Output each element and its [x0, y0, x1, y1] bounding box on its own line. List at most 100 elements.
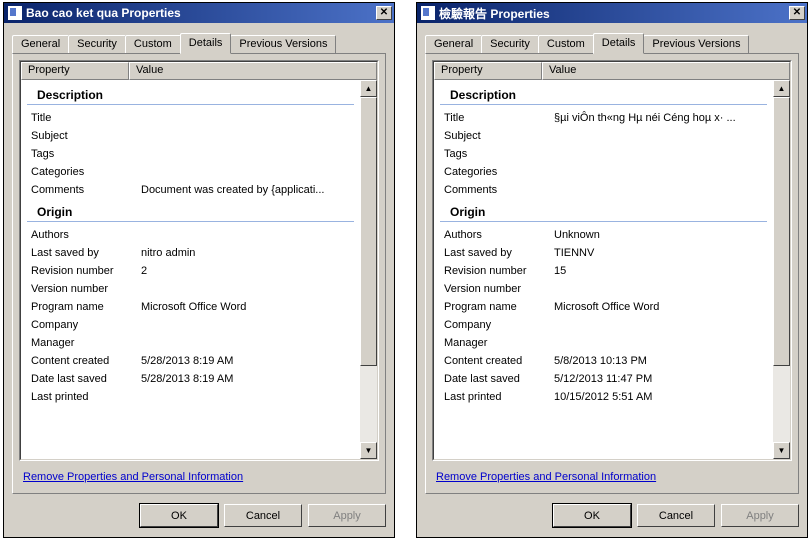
- prop-value[interactable]: 2: [141, 263, 360, 279]
- cancel-button[interactable]: Cancel: [224, 504, 302, 527]
- prop-value[interactable]: 10/15/2012 5:51 AM: [554, 389, 773, 405]
- prop-value[interactable]: 5/8/2013 10:13 PM: [554, 353, 773, 369]
- list-header: Property Value: [21, 62, 377, 80]
- prop-value[interactable]: Unknown: [554, 227, 773, 243]
- ok-button[interactable]: OK: [140, 504, 218, 527]
- prop-value[interactable]: 5/28/2013 8:19 AM: [141, 371, 360, 387]
- prop-value[interactable]: TIENNV: [554, 245, 773, 261]
- link-row: Remove Properties and Personal Informati…: [432, 461, 792, 487]
- prop-value[interactable]: [141, 110, 360, 126]
- prop-label: Title: [444, 110, 554, 126]
- prop-label: Last saved by: [31, 245, 141, 261]
- list-item: Manager: [434, 334, 773, 352]
- list-body: Description Title§µi viÔn th«ng Hµ néi C…: [434, 80, 790, 459]
- prop-value[interactable]: Microsoft Office Word: [141, 299, 360, 315]
- scroll-track[interactable]: [773, 97, 790, 442]
- scroll-up-icon[interactable]: ▲: [773, 80, 790, 97]
- prop-value[interactable]: [554, 335, 773, 351]
- properties-window-right: 檢驗報告 Properties ✕ General Security Custo…: [416, 2, 808, 538]
- prop-label: Content created: [31, 353, 141, 369]
- tab-previous-versions[interactable]: Previous Versions: [230, 35, 336, 53]
- scroll-thumb[interactable]: [773, 97, 790, 366]
- scroll-down-icon[interactable]: ▼: [773, 442, 790, 459]
- prop-label: Revision number: [31, 263, 141, 279]
- prop-value[interactable]: [141, 128, 360, 144]
- list-item: Subject: [434, 127, 773, 145]
- list-item: Title: [21, 109, 360, 127]
- link-row: Remove Properties and Personal Informati…: [19, 461, 379, 487]
- prop-value[interactable]: [141, 146, 360, 162]
- property-list: Property Value Description Title§µi viÔn…: [432, 60, 792, 461]
- prop-value[interactable]: Document was created by {applicati...: [141, 182, 360, 198]
- tabs-row: General Security Custom Details Previous…: [417, 23, 807, 53]
- titlebar[interactable]: Bao cao ket qua Properties ✕: [4, 3, 394, 23]
- tab-custom[interactable]: Custom: [125, 35, 181, 53]
- close-icon[interactable]: ✕: [376, 6, 392, 20]
- tab-general[interactable]: General: [425, 35, 482, 53]
- list-item: Last saved bynitro admin: [21, 244, 360, 262]
- prop-value[interactable]: [554, 182, 773, 198]
- cancel-button[interactable]: Cancel: [637, 504, 715, 527]
- list-item: Content created5/8/2013 10:13 PM: [434, 352, 773, 370]
- prop-value[interactable]: [141, 164, 360, 180]
- group-description: Description: [440, 84, 767, 105]
- column-value[interactable]: Value: [542, 62, 790, 80]
- prop-label: Last printed: [444, 389, 554, 405]
- list-item: Program nameMicrosoft Office Word: [434, 298, 773, 316]
- prop-value[interactable]: [554, 164, 773, 180]
- tab-panel: Property Value Description Title§µi viÔn…: [425, 53, 799, 494]
- button-row: OK Cancel Apply: [4, 494, 394, 537]
- remove-properties-link[interactable]: Remove Properties and Personal Informati…: [436, 471, 656, 483]
- close-icon[interactable]: ✕: [789, 6, 805, 20]
- prop-label: Last saved by: [444, 245, 554, 261]
- ok-button[interactable]: OK: [553, 504, 631, 527]
- group-origin: Origin: [440, 201, 767, 222]
- prop-label: Version number: [31, 281, 141, 297]
- scroll-thumb[interactable]: [360, 97, 377, 366]
- column-property[interactable]: Property: [434, 62, 542, 80]
- prop-value[interactable]: [554, 128, 773, 144]
- apply-button: Apply: [721, 504, 799, 527]
- column-property[interactable]: Property: [21, 62, 129, 80]
- scrollbar[interactable]: ▲ ▼: [773, 80, 790, 459]
- tab-security[interactable]: Security: [481, 35, 539, 53]
- list-item: CommentsDocument was created by {applica…: [21, 181, 360, 199]
- prop-value[interactable]: Microsoft Office Word: [554, 299, 773, 315]
- prop-value[interactable]: [554, 146, 773, 162]
- tab-security[interactable]: Security: [68, 35, 126, 53]
- prop-value[interactable]: [141, 317, 360, 333]
- group-description: Description: [27, 84, 354, 105]
- column-value[interactable]: Value: [129, 62, 377, 80]
- list-item: Content created5/28/2013 8:19 AM: [21, 352, 360, 370]
- prop-value[interactable]: [141, 389, 360, 405]
- prop-value[interactable]: [141, 281, 360, 297]
- titlebar[interactable]: 檢驗報告 Properties ✕: [417, 3, 807, 23]
- tab-details[interactable]: Details: [180, 33, 232, 54]
- prop-value[interactable]: §µi viÔn th«ng Hµ néi Céng hoµ x· ...: [554, 110, 773, 126]
- prop-value[interactable]: nitro admin: [141, 245, 360, 261]
- prop-value[interactable]: [554, 281, 773, 297]
- prop-label: Revision number: [444, 263, 554, 279]
- prop-label: Version number: [444, 281, 554, 297]
- tab-custom[interactable]: Custom: [538, 35, 594, 53]
- list-item: Version number: [21, 280, 360, 298]
- list-item: Subject: [21, 127, 360, 145]
- prop-value[interactable]: [141, 335, 360, 351]
- tab-general[interactable]: General: [12, 35, 69, 53]
- scroll-up-icon[interactable]: ▲: [360, 80, 377, 97]
- prop-label: Title: [31, 110, 141, 126]
- scroll-down-icon[interactable]: ▼: [360, 442, 377, 459]
- prop-value[interactable]: 5/28/2013 8:19 AM: [141, 353, 360, 369]
- prop-value[interactable]: 5/12/2013 11:47 PM: [554, 371, 773, 387]
- tab-details[interactable]: Details: [593, 33, 645, 54]
- tabs-row: General Security Custom Details Previous…: [4, 23, 394, 53]
- prop-label: Comments: [444, 182, 554, 198]
- prop-value[interactable]: [554, 317, 773, 333]
- scrollbar[interactable]: ▲ ▼: [360, 80, 377, 459]
- apply-button: Apply: [308, 504, 386, 527]
- prop-value[interactable]: [141, 227, 360, 243]
- remove-properties-link[interactable]: Remove Properties and Personal Informati…: [23, 471, 243, 483]
- scroll-track[interactable]: [360, 97, 377, 442]
- tab-previous-versions[interactable]: Previous Versions: [643, 35, 749, 53]
- prop-value[interactable]: 15: [554, 263, 773, 279]
